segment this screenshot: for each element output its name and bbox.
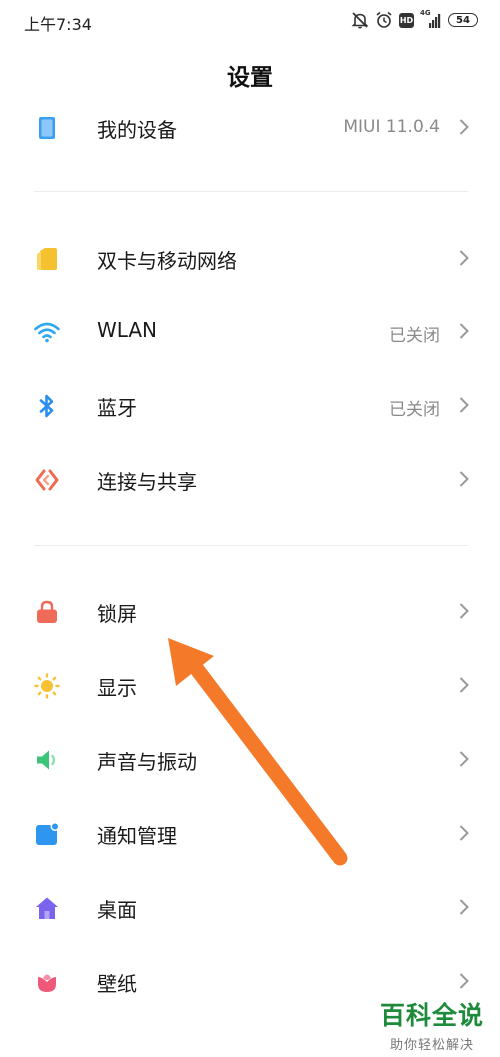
watermark: 百科全说 助你轻松解决 xyxy=(380,996,484,1053)
watermark-title: 百科全说 xyxy=(379,1001,484,1030)
annotation-arrow-icon xyxy=(168,638,348,866)
watermark-subtitle: 助你轻松解决 xyxy=(389,1038,474,1053)
